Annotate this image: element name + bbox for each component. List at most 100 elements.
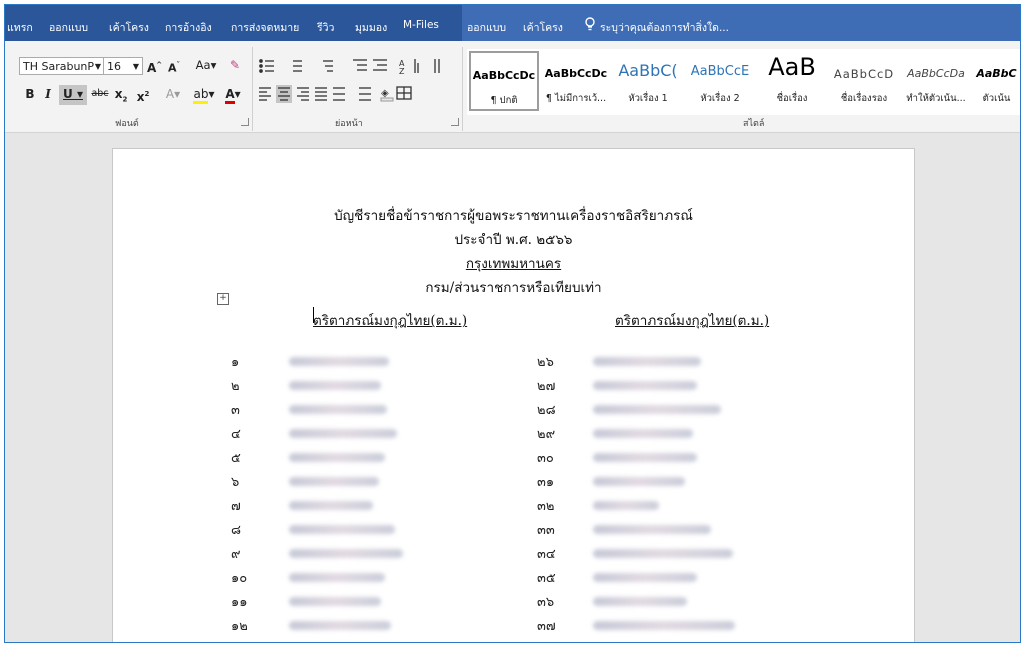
change-case-button[interactable]: Aa▾ <box>193 56 219 76</box>
tab-table-layout[interactable]: เค้าโครง <box>523 19 563 36</box>
style-subtle-emphasis[interactable]: AaBbCcDa ทำให้ตัวเน้น... <box>901 51 971 111</box>
chevron-down-icon: ▼ <box>94 62 101 71</box>
right-row-number: ๒๗ <box>537 379 556 394</box>
right-column-header: ตริตาภรณ์มงกุฎไทย(ต.ม.) <box>615 313 770 329</box>
redacted-name <box>289 405 387 414</box>
left-row-number: ๑ <box>231 355 240 370</box>
tab-insert[interactable]: แทรก <box>7 19 33 36</box>
superscript-button[interactable]: x2 <box>135 85 151 105</box>
table-row: ๕ ๓๐ <box>113 447 913 467</box>
left-row-number: ๑๒ <box>231 619 248 634</box>
paragraph-top-row-icons[interactable]: A Z <box>257 57 457 75</box>
clear-formatting-icon[interactable]: ✎ <box>227 56 243 76</box>
style-heading-2[interactable]: AaBbCcE หัวเรื่อง 2 <box>685 51 755 111</box>
style-name: ทำให้ตัวเน้น... <box>906 93 966 104</box>
style-name: ชื่อเรื่อง <box>776 93 808 104</box>
style-subtitle[interactable]: AaBbCcD ชื่อเรื่องรอง <box>829 51 899 111</box>
left-row-number: ๕ <box>231 451 241 466</box>
style-sample: AaBbC <box>976 67 1017 80</box>
tab-view[interactable]: มุมมอง <box>355 19 387 36</box>
redacted-name <box>289 453 385 462</box>
redacted-name <box>289 357 389 366</box>
strikethrough-button[interactable]: abc <box>89 85 111 105</box>
subscript-button[interactable]: x2 <box>113 85 129 105</box>
tab-review[interactable]: รีวิว <box>317 19 334 36</box>
font-size-value: 16 <box>107 60 121 73</box>
right-row-number: ๓๑ <box>537 475 555 490</box>
group-divider <box>462 47 463 131</box>
table-row: ๒ ๒๗ <box>113 375 913 395</box>
font-group-label: ฟอนต์ <box>115 119 139 129</box>
redacted-name <box>289 501 373 510</box>
redacted-name <box>593 525 711 534</box>
style-sample: AaBbCcDa <box>907 67 965 80</box>
left-row-number: ๑๐ <box>231 571 248 586</box>
style-sample: AaB <box>768 53 816 81</box>
table-row: ๑๒ ๓๗ <box>113 615 913 635</box>
left-row-number: ๘ <box>231 523 242 538</box>
styles-group-label: สไตล์ <box>743 119 765 129</box>
tab-mfiles[interactable]: M-Files <box>403 19 439 31</box>
right-row-number: ๓๔ <box>537 547 556 562</box>
text-effects-button[interactable]: A▾ <box>161 85 185 105</box>
font-name-value: TH SarabunP <box>23 60 95 73</box>
tell-me-search[interactable]: ระบุว่าคุณต้องการทำสิ่งใด... <box>600 19 729 36</box>
style-name: ¶ ไม่มีการเว้... <box>545 93 607 104</box>
underline-button[interactable]: U ▾ <box>59 85 87 105</box>
redacted-name <box>289 477 379 486</box>
svg-text:Z: Z <box>399 67 405 75</box>
font-size-box[interactable]: 16 ▼ <box>103 57 143 75</box>
right-row-number: ๓๐ <box>537 451 554 466</box>
shrink-font-button[interactable]: Aˇ <box>167 56 181 76</box>
style-name: ¶ ปกติ <box>490 95 518 106</box>
grow-font-button[interactable]: A^ <box>147 56 162 76</box>
svg-text:◈: ◈ <box>381 88 389 99</box>
group-divider <box>252 47 253 131</box>
font-name-box[interactable]: TH SarabunP ▼ <box>19 57 105 75</box>
table-row: ๑ ๒๖ <box>113 351 913 371</box>
table-row: ๙ ๓๔ <box>113 543 913 563</box>
paragraph-group-label: ย่อหน้า <box>335 119 363 129</box>
paragraph-bottom-row-icons[interactable]: ◈ <box>257 85 457 103</box>
font-color-button[interactable]: A▾ <box>221 85 245 105</box>
bold-button[interactable]: B <box>23 85 37 105</box>
redacted-name <box>593 381 697 390</box>
left-row-number: ๙ <box>231 547 241 562</box>
font-dialog-launcher[interactable] <box>241 118 249 126</box>
style-no-spacing[interactable]: AaBbCcDc ¶ ไม่มีการเว้... <box>541 51 611 111</box>
paragraph-dialog-launcher[interactable] <box>451 118 459 126</box>
style-title[interactable]: AaB ชื่อเรื่อง <box>757 51 827 111</box>
style-name: ชื่อเรื่องรอง <box>840 93 888 104</box>
tab-design[interactable]: ออกแบบ <box>49 19 88 36</box>
ribbon-tab-bar: แทรก ออกแบบ เค้าโครง การอ้างอิง การส่งจด… <box>5 5 1020 41</box>
tab-mailings[interactable]: การส่งจดหมาย <box>231 19 299 36</box>
redacted-name <box>593 549 733 558</box>
table-row: ๑๑ ๓๖ <box>113 591 913 611</box>
right-row-number: ๒๖ <box>537 355 554 370</box>
style-sample: AaBbCcDc <box>472 69 536 82</box>
redacted-name <box>593 597 687 606</box>
left-column-header: ตริตาภรณ์มงกุฎไทย(ต.ม.) <box>313 313 468 329</box>
style-sample: AaBbCcE <box>690 64 750 79</box>
redacted-name <box>593 405 721 414</box>
doc-title-line-4: กรม/ส่วนราชการหรือเทียบเท่า <box>425 280 602 296</box>
style-emphasis[interactable]: AaBbC ตัวเน้น <box>973 51 1020 111</box>
style-name: หัวเรื่อง 2 <box>700 93 740 104</box>
table-row: ๓ ๒๘ <box>113 399 913 419</box>
style-heading-1[interactable]: AaBbC( หัวเรื่อง 1 <box>613 51 683 111</box>
italic-button[interactable]: I <box>41 85 55 105</box>
style-name: ตัวเน้น <box>982 93 1011 104</box>
styles-gallery: AaBbCcDc ¶ ปกติ AaBbCcDc ¶ ไม่มีการเว้..… <box>467 49 1020 115</box>
doc-title-line-1: บัญชีรายชื่อข้าราชการผู้ขอพระราชทานเครื่… <box>334 208 693 224</box>
doc-title-line-2: ประจำปี พ.ศ. ๒๕๖๖ <box>454 232 573 248</box>
document-page[interactable]: บัญชีรายชื่อข้าราชการผู้ขอพระราชทานเครื่… <box>112 148 915 642</box>
tab-table-design[interactable]: ออกแบบ <box>467 19 506 36</box>
highlight-color-button[interactable]: ab▾ <box>191 85 217 105</box>
tab-references[interactable]: การอ้างอิง <box>165 19 212 36</box>
table-row: ๔ ๒๙ <box>113 423 913 443</box>
table-move-handle-icon[interactable]: + <box>217 293 229 305</box>
tab-layout[interactable]: เค้าโครง <box>109 19 149 36</box>
ribbon: TH SarabunP ▼ 16 ▼ A^ Aˇ Aa▾ ✎ B I U ▾ a… <box>5 41 1020 133</box>
style-normal[interactable]: AaBbCcDc ¶ ปกติ <box>469 51 539 111</box>
word-window: แทรก ออกแบบ เค้าโครง การอ้างอิง การส่งจด… <box>4 4 1021 643</box>
